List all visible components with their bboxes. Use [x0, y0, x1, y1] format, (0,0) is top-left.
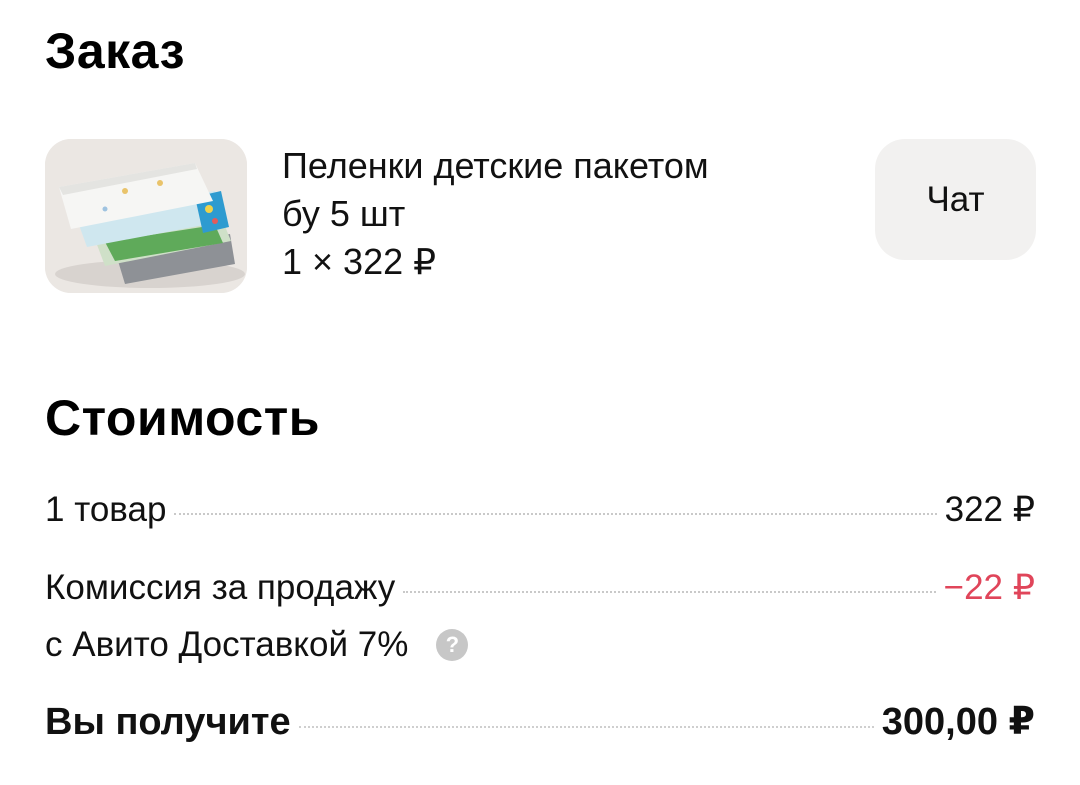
product-image — [45, 139, 247, 293]
total-row: Вы получите 300,00 ₽ — [45, 699, 1035, 744]
product-thumbnail[interactable] — [45, 139, 247, 293]
goods-cost-row: 1 товар 322 ₽ — [45, 490, 1035, 530]
product-quantity-price: 1 × 322 ₽ — [282, 241, 437, 282]
order-screen: Заказ Пеленки детские пакетом бу 5 шт 1 … — [0, 0, 1080, 785]
goods-label: 1 товар — [45, 490, 167, 529]
goods-value: 322 ₽ — [944, 490, 1035, 529]
cost-title: Стоимость — [45, 390, 320, 446]
total-label: Вы получите — [45, 701, 291, 743]
product-info[interactable]: Пеленки детские пакетом бу 5 шт 1 × 322 … — [282, 142, 822, 286]
dotted-leader — [298, 726, 874, 728]
fee-value: −22 ₽ — [943, 568, 1035, 607]
fee-label-line2-wrap: с Авито Доставкой 7% ? — [45, 625, 469, 665]
total-value: 300,00 ₽ — [881, 701, 1035, 743]
fee-label-line2: с Авито Доставкой 7% — [45, 625, 409, 664]
product-name-line1[interactable]: Пеленки детские пакетом — [282, 142, 822, 190]
fee-label: Комиссия за продажу — [45, 568, 396, 607]
dotted-leader — [403, 591, 936, 593]
product-name-line2[interactable]: бу 5 шт — [282, 190, 822, 238]
question-icon[interactable]: ? — [436, 629, 469, 661]
chat-button[interactable]: Чат — [875, 139, 1036, 260]
order-title: Заказ — [45, 23, 185, 79]
dotted-leader — [174, 513, 937, 515]
fee-row: Комиссия за продажу −22 ₽ — [45, 568, 1035, 608]
